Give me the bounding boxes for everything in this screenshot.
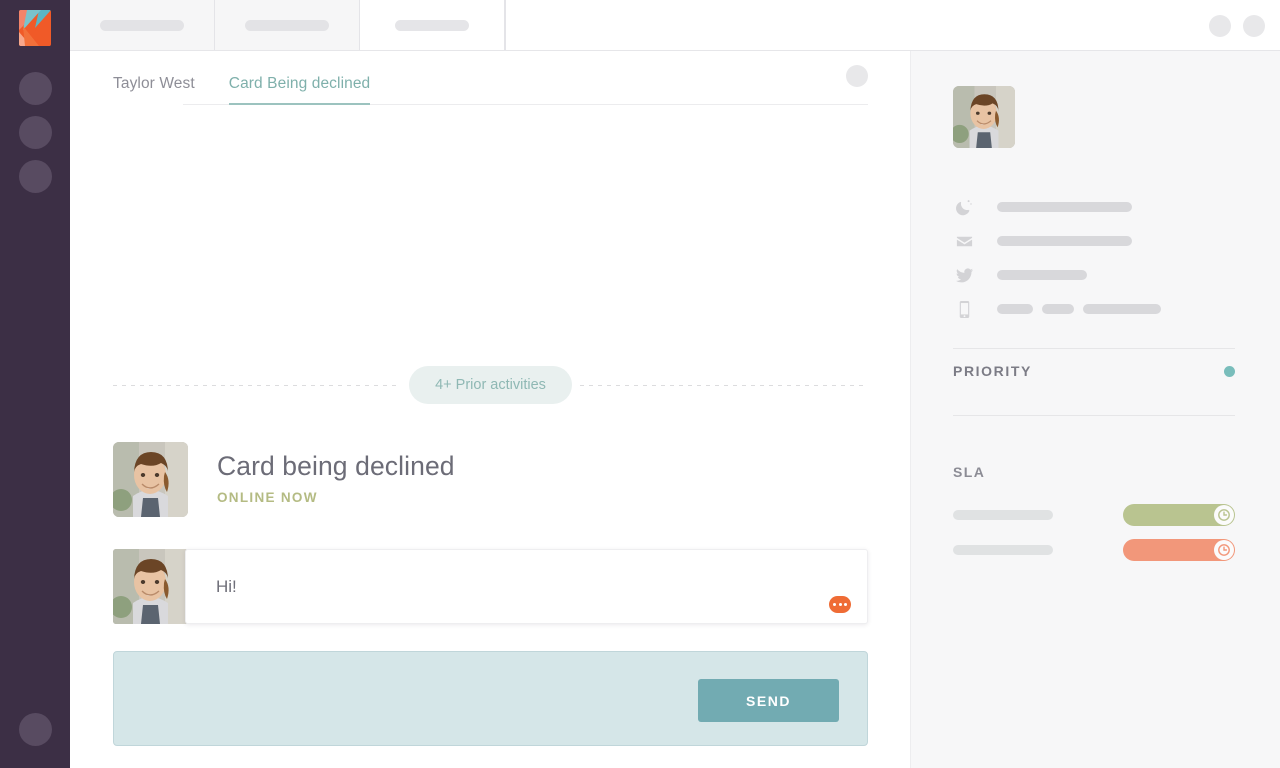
body-column: Taylor West Card Being declined 4+ Prior… bbox=[70, 0, 1280, 768]
divider-dashes-left bbox=[113, 384, 402, 386]
placeholder-bar bbox=[997, 270, 1087, 280]
tabstrip-spacer bbox=[505, 0, 1280, 50]
message-row: Hi! bbox=[113, 549, 868, 624]
window-tab-1[interactable] bbox=[70, 0, 215, 50]
tab-taylor-west[interactable]: Taylor West bbox=[113, 75, 195, 105]
conversation-tabs-action[interactable] bbox=[846, 65, 868, 87]
kayako-logo[interactable] bbox=[17, 8, 53, 48]
envelope-icon bbox=[953, 232, 975, 251]
send-button[interactable]: SEND bbox=[698, 679, 839, 722]
conversation-panel: Taylor West Card Being declined 4+ Prior… bbox=[70, 51, 910, 768]
prior-activities-badge[interactable]: 4+ Prior activities bbox=[409, 366, 572, 404]
priority-section[interactable]: PRIORITY bbox=[953, 349, 1235, 393]
app-root: Taylor West Card Being declined 4+ Prior… bbox=[0, 0, 1280, 768]
twitter-icon bbox=[953, 266, 975, 285]
sla-row-2-label bbox=[953, 545, 1053, 555]
rail-nav-item-2[interactable] bbox=[18, 116, 52, 149]
sla-row-1 bbox=[953, 504, 1235, 526]
rail-bottom bbox=[19, 713, 52, 746]
contact-row-mobile-value bbox=[997, 304, 1161, 314]
window-tab-2-label bbox=[245, 19, 329, 31]
placeholder-bar bbox=[997, 236, 1132, 246]
divider-dashes-right bbox=[579, 384, 868, 386]
composer-wrap: SEND bbox=[70, 651, 910, 768]
prior-activities-divider: 4+ Prior activities bbox=[113, 366, 868, 404]
main-area: Taylor West Card Being declined 4+ Prior… bbox=[70, 51, 1280, 768]
contact-row-email-value bbox=[997, 236, 1132, 246]
window-tab-2[interactable] bbox=[215, 0, 360, 50]
clock-icon bbox=[1214, 540, 1234, 560]
contact-row-timezone[interactable] bbox=[953, 190, 1235, 224]
window-controls bbox=[1209, 0, 1265, 51]
sla-row-1-label bbox=[953, 510, 1053, 520]
details-panel: PRIORITY SLA bbox=[910, 51, 1280, 768]
composer: SEND bbox=[113, 651, 868, 746]
priority-label: PRIORITY bbox=[953, 363, 1032, 379]
conversation-header-text: Card being declined ONLINE NOW bbox=[188, 442, 455, 505]
page-title: Card being declined bbox=[217, 451, 455, 481]
clock-icon bbox=[1214, 505, 1234, 525]
sla-row-2 bbox=[953, 539, 1235, 561]
contact-row-email[interactable] bbox=[953, 224, 1235, 258]
sla-label: SLA bbox=[953, 464, 986, 480]
placeholder-bar bbox=[1083, 304, 1161, 314]
contact-row-mobile[interactable] bbox=[953, 292, 1235, 326]
message-avatar bbox=[113, 549, 188, 624]
placeholder-bar bbox=[997, 202, 1132, 212]
avatar bbox=[113, 442, 188, 517]
status-badge: ONLINE NOW bbox=[217, 490, 318, 506]
left-rail bbox=[0, 0, 70, 768]
rail-nav-item-1[interactable] bbox=[18, 72, 52, 105]
window-tabstrip bbox=[70, 0, 1280, 51]
priority-indicator[interactable] bbox=[1224, 365, 1235, 377]
message-text: Hi! bbox=[216, 576, 237, 596]
rail-nav bbox=[18, 72, 52, 193]
placeholder-bar bbox=[997, 304, 1033, 314]
ellipsis-icon[interactable] bbox=[829, 596, 851, 613]
contact-row-timezone-value bbox=[997, 202, 1132, 212]
window-control-1[interactable] bbox=[1209, 14, 1231, 37]
contact-row-twitter-value bbox=[997, 270, 1087, 280]
window-control-2[interactable] bbox=[1243, 14, 1265, 37]
priority-divider-bottom bbox=[953, 415, 1235, 416]
window-tab-1-label bbox=[100, 19, 184, 31]
sla-row-1-bar bbox=[1123, 504, 1235, 526]
rail-nav-item-3[interactable] bbox=[18, 160, 52, 193]
conversation-tabs: Taylor West Card Being declined bbox=[70, 51, 910, 105]
tab-card-being-declined[interactable]: Card Being declined bbox=[228, 75, 371, 105]
message-thread: 4+ Prior activities Card being declined … bbox=[70, 105, 910, 651]
sla-row-2-bar bbox=[1123, 539, 1235, 561]
window-tab-3[interactable] bbox=[360, 0, 505, 50]
mobile-icon bbox=[953, 300, 975, 319]
placeholder-bar bbox=[1042, 304, 1074, 314]
conversation-header: Card being declined ONLINE NOW bbox=[113, 442, 868, 517]
moon-icon bbox=[953, 198, 975, 216]
contact-avatar[interactable] bbox=[953, 86, 1015, 148]
window-tab-3-label bbox=[395, 19, 469, 31]
contact-row-twitter[interactable] bbox=[953, 258, 1235, 292]
rail-avatar[interactable] bbox=[19, 713, 52, 746]
message-bubble: Hi! bbox=[185, 549, 868, 624]
